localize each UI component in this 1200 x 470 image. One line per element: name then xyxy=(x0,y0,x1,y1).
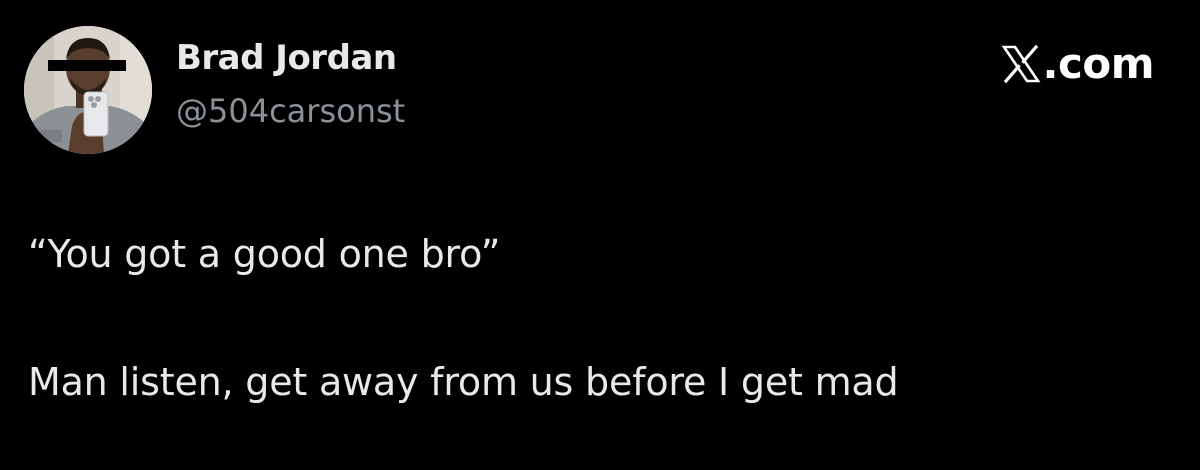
tweet-text-line-2: Man listen, get away from us before I ge… xyxy=(28,360,899,404)
tweet-text-line-1: “You got a good one bro” xyxy=(28,232,501,276)
brand-watermark: .com xyxy=(1001,39,1155,88)
author-display-name[interactable]: Brad Jordan xyxy=(176,38,397,78)
brand-text: .com xyxy=(1042,39,1155,88)
avatar[interactable] xyxy=(24,26,152,154)
tweet-card: Brad Jordan @504carsonst .com “You got a… xyxy=(0,0,1200,470)
x-logo-icon xyxy=(1001,44,1040,84)
author-handle[interactable]: @504carsonst xyxy=(176,92,405,130)
profile-photo-image xyxy=(24,26,152,154)
